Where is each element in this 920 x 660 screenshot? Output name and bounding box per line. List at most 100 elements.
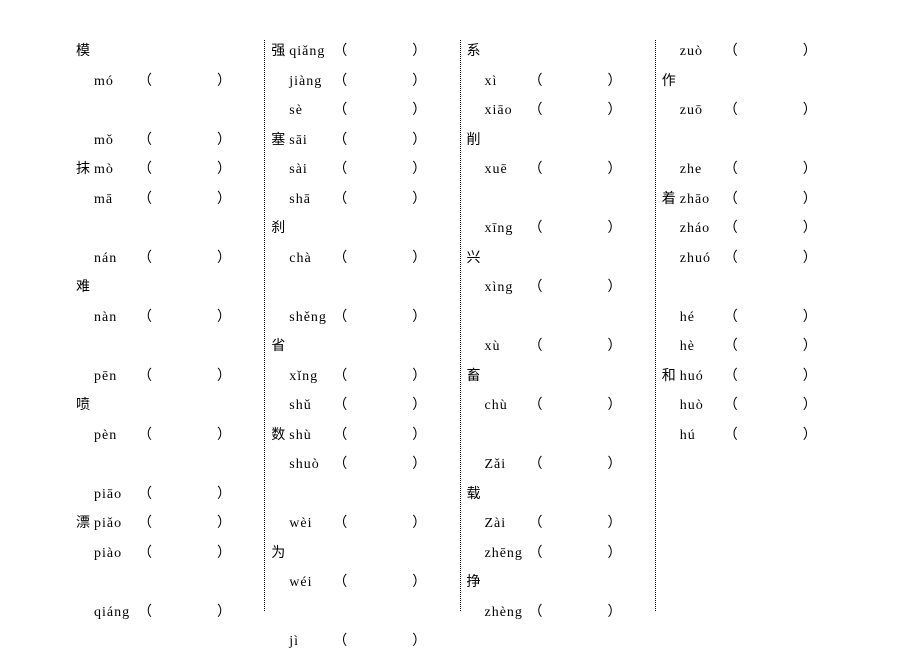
left-paren: （ bbox=[333, 188, 348, 208]
entry-line bbox=[76, 571, 258, 601]
left-paren: （ bbox=[333, 99, 348, 119]
left-paren: （ bbox=[529, 158, 544, 178]
right-paren: ） bbox=[217, 247, 232, 267]
entry-line: 着zhāo（） bbox=[662, 188, 844, 218]
left-paren: （ bbox=[529, 99, 544, 119]
right-paren: ） bbox=[608, 217, 623, 237]
pinyin-text: mǒ bbox=[94, 133, 138, 149]
right-paren: ） bbox=[412, 306, 427, 326]
entry-line: nàn（） bbox=[76, 306, 258, 336]
right-paren: ） bbox=[608, 70, 623, 90]
pinyin-text: xǐng bbox=[289, 369, 333, 385]
right-paren: ） bbox=[217, 483, 232, 503]
right-paren: ） bbox=[412, 512, 427, 532]
left-paren: （ bbox=[724, 217, 739, 237]
hanzi-char: 省 bbox=[271, 335, 289, 355]
entry-line: Zài（） bbox=[467, 512, 649, 542]
entry-line bbox=[76, 217, 258, 247]
entry-line: pèn（） bbox=[76, 424, 258, 454]
right-paren: ） bbox=[412, 40, 427, 60]
entry-line: 削 bbox=[467, 129, 649, 159]
pinyin-text: sè bbox=[289, 103, 333, 119]
entry-line bbox=[467, 188, 649, 218]
entry-line: 塞sāi（） bbox=[271, 129, 453, 159]
hanzi-char: 系 bbox=[467, 40, 485, 60]
entry-line: 难 bbox=[76, 276, 258, 306]
left-paren: （ bbox=[333, 158, 348, 178]
pinyin-text: huò bbox=[680, 398, 724, 414]
entry-line: hú（） bbox=[662, 424, 844, 454]
column-4: zuò（）作zuō（）zhe（）着zhāo（）zháo（）zhuó（）hé（）h… bbox=[655, 40, 850, 611]
left-paren: （ bbox=[529, 276, 544, 296]
left-paren: （ bbox=[529, 394, 544, 414]
right-paren: ） bbox=[217, 365, 232, 385]
pinyin-text: sài bbox=[289, 162, 333, 178]
left-paren: （ bbox=[138, 542, 153, 562]
hanzi-char: 刹 bbox=[271, 217, 289, 237]
pinyin-text: hé bbox=[680, 310, 724, 326]
pinyin-text: qiáng bbox=[94, 605, 138, 621]
left-paren: （ bbox=[333, 129, 348, 149]
hanzi-char: 数 bbox=[271, 424, 289, 444]
right-paren: ） bbox=[608, 276, 623, 296]
entry-line bbox=[662, 129, 844, 159]
left-paren: （ bbox=[138, 512, 153, 532]
right-paren: ） bbox=[608, 512, 623, 532]
right-paren: ） bbox=[608, 158, 623, 178]
right-paren: ） bbox=[803, 217, 818, 237]
pinyin-text: xì bbox=[485, 74, 529, 90]
hanzi-char: 漂 bbox=[76, 512, 94, 532]
left-paren: （ bbox=[333, 394, 348, 414]
hanzi-char: 着 bbox=[662, 188, 680, 208]
left-paren: （ bbox=[333, 630, 348, 650]
left-paren: （ bbox=[333, 306, 348, 326]
pinyin-text: wèi bbox=[289, 516, 333, 532]
pinyin-text: xuē bbox=[485, 162, 529, 178]
entry-line: zhèng（） bbox=[467, 601, 649, 631]
entry-line bbox=[662, 276, 844, 306]
entry-line: xīng（） bbox=[467, 217, 649, 247]
hanzi-char: 为 bbox=[271, 542, 289, 562]
entry-line: xǐng（） bbox=[271, 365, 453, 395]
entry-line: chù（） bbox=[467, 394, 649, 424]
pinyin-text: shěng bbox=[289, 310, 333, 326]
pinyin-text: nán bbox=[94, 251, 138, 267]
pinyin-text: xiāo bbox=[485, 103, 529, 119]
entry-line: qiáng（） bbox=[76, 601, 258, 631]
pinyin-text: zhēng bbox=[485, 546, 529, 562]
pinyin-text: xù bbox=[485, 339, 529, 355]
entry-line: 模 bbox=[76, 40, 258, 70]
pinyin-text: hè bbox=[680, 339, 724, 355]
left-paren: （ bbox=[724, 424, 739, 444]
entry-line: jì（） bbox=[271, 630, 453, 660]
entry-line bbox=[271, 276, 453, 306]
entry-line: shā（） bbox=[271, 188, 453, 218]
pinyin-text: chù bbox=[485, 398, 529, 414]
entry-line: 载 bbox=[467, 483, 649, 513]
entry-line: xiāo（） bbox=[467, 99, 649, 129]
left-paren: （ bbox=[138, 365, 153, 385]
right-paren: ） bbox=[217, 512, 232, 532]
entry-line: zhēng（） bbox=[467, 542, 649, 572]
pinyin-text: mò bbox=[94, 162, 138, 178]
entry-line: pēn（） bbox=[76, 365, 258, 395]
right-paren: ） bbox=[803, 158, 818, 178]
entry-line bbox=[76, 335, 258, 365]
left-paren: （ bbox=[138, 70, 153, 90]
hanzi-char: 兴 bbox=[467, 247, 485, 267]
right-paren: ） bbox=[217, 601, 232, 621]
left-paren: （ bbox=[333, 70, 348, 90]
left-paren: （ bbox=[138, 247, 153, 267]
left-paren: （ bbox=[529, 70, 544, 90]
left-paren: （ bbox=[138, 306, 153, 326]
hanzi-char: 削 bbox=[467, 129, 485, 149]
right-paren: ） bbox=[412, 365, 427, 385]
entry-line: mā（） bbox=[76, 188, 258, 218]
right-paren: ） bbox=[412, 99, 427, 119]
hanzi-char: 模 bbox=[76, 40, 94, 60]
entry-line: zuò（） bbox=[662, 40, 844, 70]
left-paren: （ bbox=[138, 158, 153, 178]
left-paren: （ bbox=[529, 512, 544, 532]
left-paren: （ bbox=[724, 158, 739, 178]
right-paren: ） bbox=[803, 40, 818, 60]
